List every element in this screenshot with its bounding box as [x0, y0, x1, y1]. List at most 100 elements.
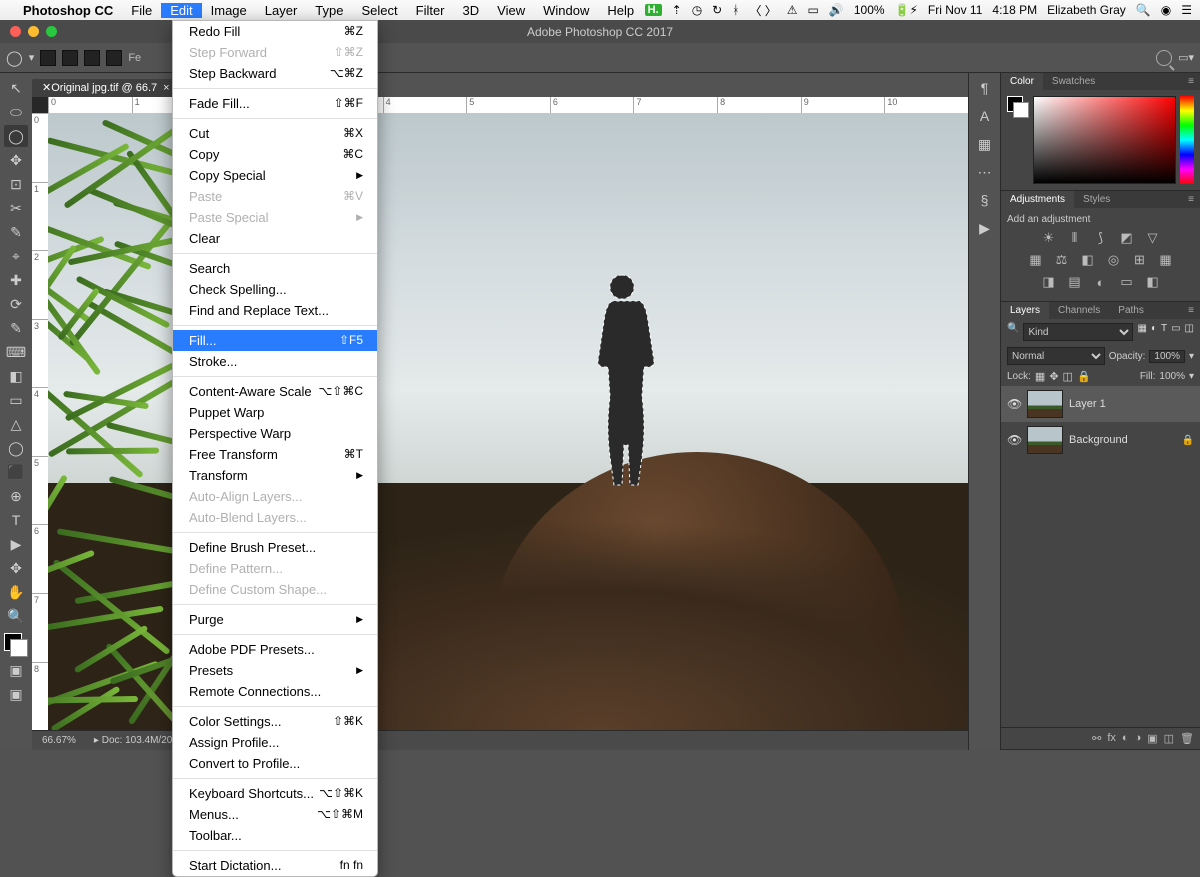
menu-help[interactable]: Help — [598, 3, 643, 18]
tool-preset-chevron-icon[interactable]: ▾ — [29, 51, 35, 64]
menu-item-menus[interactable]: Menus...⌥⇧⌘M — [173, 804, 377, 825]
menu-file[interactable]: File — [122, 3, 161, 18]
opacity-chevron-icon[interactable]: ▾ — [1189, 351, 1194, 362]
adj-curves-icon[interactable]: ⟆ — [1092, 229, 1110, 247]
collapsed-panel-0[interactable]: ¶ — [974, 77, 996, 99]
menu-item-fade-fill[interactable]: Fade Fill...⇧⌘F — [173, 93, 377, 114]
tool-5[interactable]: ✂ — [4, 197, 28, 219]
tab-adjustments[interactable]: Adjustments — [1001, 191, 1074, 208]
foreground-background-swatch[interactable] — [4, 633, 28, 657]
tool-6[interactable]: ✎ — [4, 221, 28, 243]
fill-value[interactable]: 100% — [1159, 371, 1185, 382]
menu-3d[interactable]: 3D — [454, 3, 489, 18]
new-adjustment-icon[interactable]: ◑ — [1135, 732, 1142, 745]
menu-item-redo-fill[interactable]: Redo Fill⌘Z — [173, 21, 377, 42]
adj-gradient-map-icon[interactable]: ▭ — [1118, 273, 1136, 291]
menubar-date[interactable]: Fri Nov 11 — [928, 3, 982, 17]
menu-layer[interactable]: Layer — [256, 3, 307, 18]
selection-subtract-icon[interactable] — [84, 50, 100, 66]
opacity-value[interactable]: 100% — [1149, 350, 1185, 363]
color-field[interactable] — [1033, 96, 1176, 184]
tool-12[interactable]: ◧ — [4, 365, 28, 387]
tool-2[interactable]: ◯ — [4, 125, 28, 147]
collapsed-panel-4[interactable]: § — [974, 189, 996, 211]
tool-8[interactable]: ✚ — [4, 269, 28, 291]
menu-item-convert-to-profile[interactable]: Convert to Profile... — [173, 753, 377, 774]
menu-item-check-spelling[interactable]: Check Spelling... — [173, 279, 377, 300]
spotlight-icon[interactable]: 🔍 — [1136, 3, 1151, 17]
filter-shape-icon[interactable]: ▭ — [1171, 323, 1180, 341]
tab-paths[interactable]: Paths — [1109, 302, 1153, 319]
tool-19[interactable]: ▶ — [4, 533, 28, 555]
document-tab[interactable]: ✕ Original jpg.tif @ 66.7× — [32, 79, 180, 97]
tool-11[interactable]: ⌨ — [4, 341, 28, 363]
battery-text[interactable]: 100% — [854, 3, 885, 17]
menu-item-step-backward[interactable]: Step Backward⌥⌘Z — [173, 63, 377, 84]
wifi-icon[interactable]: ⚠︎ — [787, 3, 798, 17]
selection-intersect-icon[interactable] — [106, 50, 122, 66]
fill-chevron-icon[interactable]: ▾ — [1189, 371, 1194, 382]
screen-mode-icon[interactable]: ▣ — [4, 683, 28, 705]
menu-item-content-aware-scale[interactable]: Content-Aware Scale⌥⇧⌘C — [173, 381, 377, 402]
tool-20[interactable]: ✥ — [4, 557, 28, 579]
menu-item-purge[interactable]: Purge — [173, 609, 377, 630]
layer-mask-icon[interactable]: ◐ — [1122, 732, 1129, 745]
filter-adjust-icon[interactable]: ◐ — [1151, 323, 1157, 341]
selection-new-icon[interactable] — [40, 50, 56, 66]
color-swatch-icon[interactable] — [1007, 96, 1029, 118]
adj-levels-icon[interactable]: ⫴ — [1066, 229, 1084, 247]
workspace-switcher-icon[interactable]: ▭▾ — [1178, 51, 1194, 64]
bluetooth-icon[interactable]: ᚼ — [732, 3, 739, 17]
layer-name[interactable]: Layer 1 — [1069, 398, 1106, 410]
menu-item-clear[interactable]: Clear — [173, 228, 377, 249]
lock-pixels-icon[interactable]: ▦ — [1035, 370, 1045, 383]
adj-posterize-icon[interactable]: ▤ — [1066, 273, 1084, 291]
menu-item-define-brush-preset[interactable]: Define Brush Preset... — [173, 537, 377, 558]
delete-layer-icon[interactable]: 🗑 — [1180, 732, 1194, 745]
tool-13[interactable]: ▭ — [4, 389, 28, 411]
selection-add-icon[interactable] — [62, 50, 78, 66]
tool-7[interactable]: ⌖ — [4, 245, 28, 267]
timemachine-icon[interactable]: ↻ — [712, 3, 722, 17]
tab-layers[interactable]: Layers — [1001, 302, 1049, 319]
tool-1[interactable]: ⬭ — [4, 101, 28, 123]
adj-hue-icon[interactable]: ▦ — [1027, 251, 1045, 269]
sync-icon[interactable]: ◷ — [692, 3, 702, 17]
new-group-icon[interactable]: ▣ — [1147, 732, 1157, 745]
lasso-tool-icon[interactable]: ◯ — [6, 49, 23, 67]
layer-thumbnail[interactable] — [1027, 390, 1063, 418]
adj-threshold-icon[interactable]: ◐ — [1092, 273, 1110, 291]
tool-9[interactable]: ⟳ — [4, 293, 28, 315]
menu-filter[interactable]: Filter — [407, 3, 454, 18]
collapsed-panel-5[interactable]: ▶ — [974, 217, 996, 239]
adj-vibrance-icon[interactable]: ▽ — [1144, 229, 1162, 247]
tool-21[interactable]: ✋ — [4, 581, 28, 603]
siri-icon[interactable]: ◉ — [1161, 3, 1171, 17]
menu-item-cut[interactable]: Cut⌘X — [173, 123, 377, 144]
adj-bw-icon[interactable]: ◧ — [1079, 251, 1097, 269]
window-zoom-button[interactable] — [46, 26, 57, 37]
volume-icon[interactable]: 🔊 — [829, 3, 844, 17]
menubar-user[interactable]: Elizabeth Gray — [1047, 3, 1126, 17]
lock-artboard-icon[interactable]: ◫ — [1063, 370, 1073, 383]
menu-item-remote-connections[interactable]: Remote Connections... — [173, 681, 377, 702]
app-name[interactable]: Photoshop CC — [14, 3, 122, 18]
menu-item-start-dictation[interactable]: Start Dictation...fn fn — [173, 855, 377, 876]
menu-item-transform[interactable]: Transform — [173, 465, 377, 486]
collapsed-panel-3[interactable]: ⋯ — [974, 161, 996, 183]
layer-fx-icon[interactable]: fx — [1107, 732, 1116, 745]
link-layers-icon[interactable]: ⚯ — [1092, 732, 1101, 745]
adj-channel-mixer-icon[interactable]: ⊞ — [1131, 251, 1149, 269]
menubar-app-icon[interactable]: H. — [645, 4, 662, 16]
lock-all-icon[interactable]: 🔒 — [1077, 370, 1091, 383]
zoom-level[interactable]: 66.67% — [42, 735, 76, 746]
menu-select[interactable]: Select — [352, 3, 406, 18]
menu-item-keyboard-shortcuts[interactable]: Keyboard Shortcuts...⌥⇧⌘K — [173, 783, 377, 804]
menu-item-copy[interactable]: Copy⌘C — [173, 144, 377, 165]
collapsed-panel-2[interactable]: ▦ — [974, 133, 996, 155]
search-icon[interactable] — [1156, 50, 1172, 66]
menu-item-find-and-replace-text[interactable]: Find and Replace Text... — [173, 300, 377, 321]
window-close-button[interactable] — [10, 26, 21, 37]
menu-item-perspective-warp[interactable]: Perspective Warp — [173, 423, 377, 444]
adj-selective-color-icon[interactable]: ◧ — [1144, 273, 1162, 291]
